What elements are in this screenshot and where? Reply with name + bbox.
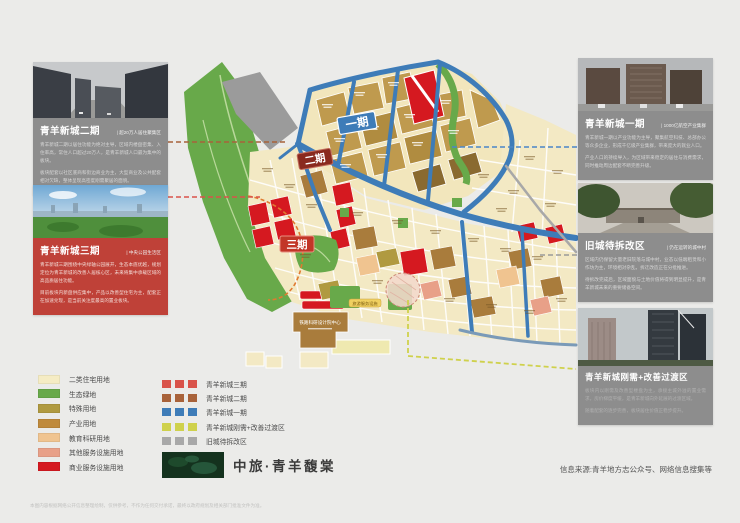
legend-item: 旧城待拆改区 (162, 434, 285, 448)
legend-dash-swatch (162, 394, 198, 402)
brand-logo: 中旅·青羊馥棠 (162, 452, 336, 478)
body-paragraph: 目前板块内新盘供应集中，产品以改善型住宅为主，配套正在加速兑现，是当前关注度最高… (40, 289, 161, 305)
tourism-tag: 旅游服务设施 (349, 299, 381, 307)
callout-subtitle: | 仍在运转的城中村 (667, 245, 706, 251)
phase3-map-label: 三期 (280, 236, 314, 252)
legend-swatch (38, 375, 60, 384)
body-paragraph: 青羊新城三期围绕中央绿轴公园展开，生态本底优越，规划定位为青羊新城的改善人居核心… (40, 261, 161, 285)
legend-label: 青羊新城一期 (206, 407, 247, 417)
brand-name: 中旅·青羊馥棠 (233, 455, 336, 475)
legend-zones: 青羊新城三期 青羊新城二期 青羊新城一期 青羊新城刚需+改善过渡区 旧城待拆改区 (162, 377, 285, 448)
callout-subtitle: | 中央公园生活区 (126, 250, 161, 256)
photo-oldtown-street (578, 183, 713, 233)
body-paragraph: 青羊新城一期以产业功能为主导，聚集航空科技、总部办公等众多企业，形成千亿级产业集… (585, 134, 706, 150)
body-paragraph: 板块内以刚需及改善型楼盘为主，承接主城外溢的置业需求，房价梯度平缓，是青羊新城向… (585, 387, 706, 403)
callout-title: 旧城待拆改区 (585, 238, 645, 252)
brand-logo-image (162, 452, 224, 478)
legend-label: 教育科研用地 (69, 433, 110, 443)
callout-body: 区域内仍保留大量老旧院落与城中村，业态以低端租赁和小作坊为主，环境相对杂乱，拆迁… (578, 254, 713, 302)
legend-item: 青羊新城三期 (162, 377, 285, 391)
callout-body: 青羊新城三期围绕中央绿轴公园展开，生态本底优越，规划定位为青羊新城的改善人居核心… (33, 259, 168, 315)
legend-label: 二类住宅用地 (69, 374, 110, 384)
legend-item: 青羊新城一期 (162, 405, 285, 419)
svg-text:旅游服务设施: 旅游服务设施 (352, 300, 378, 307)
photo-phase2-street (33, 62, 168, 118)
fine-print: 本图内容根据网络公开信息整理绘制，仅供参考，不作为任何交付承诺，最终以政府规划及… (30, 503, 530, 509)
legend-label: 旧城待拆改区 (206, 436, 247, 446)
body-paragraph: 板块配套以社区底商和街边商业为主，大型商业及公共配套相对欠缺，整体呈现高密度刚需… (40, 169, 161, 185)
legend-label: 青羊新城刚需+改善过渡区 (206, 422, 285, 432)
legend-dash-swatch (162, 437, 198, 445)
legend-item: 青羊新城刚需+改善过渡区 (162, 420, 285, 434)
callout-body: 青羊新城一期以产业功能为主导，聚集航空科技、总部办公等众多企业，形成千亿级产业集… (578, 132, 713, 180)
legend-item: 教育科研用地 (38, 430, 123, 445)
legend-swatch (38, 419, 60, 428)
legend-dash-swatch (162, 408, 198, 416)
legend-dash-swatch (162, 380, 198, 388)
body-paragraph: 区域内仍保留大量老旧院落与城中村，业态以低端租赁和小作坊为主，环境相对杂乱，拆迁… (585, 256, 706, 272)
photo-phase3-park (33, 185, 168, 238)
legend-swatch (38, 433, 60, 442)
photo-transition-towers (578, 308, 713, 366)
legend-label: 其他服务设施用地 (69, 447, 123, 457)
legend-item: 青羊新城二期 (162, 391, 285, 405)
legend-dash-swatch (162, 423, 198, 431)
legend-swatch (38, 462, 60, 471)
callout-title: 青羊新城三期 (40, 243, 100, 257)
callout-oldtown: 旧城待拆改区 | 仍在运转的城中村 区域内仍保留大量老旧院落与城中村，业态以低端租… (578, 183, 713, 302)
institute-label: 铁路科研设计院中心 (299, 319, 341, 326)
legend-item: 特殊用地 (38, 401, 123, 416)
poster-canvas: 铁路科研设计院中心 (0, 0, 740, 523)
callout-transition: 青羊新城刚需+改善过渡区 板块内以刚需及改善型楼盘为主，承接主城外溢的置业需求，… (578, 308, 713, 425)
legend-item: 产业用地 (38, 416, 123, 431)
callout-subtitle: | 超20万人居住聚集区 (117, 130, 161, 136)
body-paragraph: 随着配套的逐步完善，板块居住价值正稳步提升。 (585, 407, 706, 415)
legend-label: 青羊新城三期 (206, 379, 247, 389)
body-paragraph: 待拆改完成后，区域面貌与土地价值将得到明显提升，是青羊新城未来的重要储备空间。 (585, 276, 706, 292)
callout-phase1: 青羊新城一期 | 1000亿航空产业集群 青羊新城一期以产业功能为主导，聚集航空科… (578, 58, 713, 180)
svg-text:三期: 三期 (287, 238, 308, 251)
legend-swatch (38, 389, 60, 398)
callout-subtitle: | 1000亿航空产业集群 (661, 123, 706, 129)
callout-phase3: 青羊新城三期 | 中央公园生活区 青羊新城三期围绕中央绿轴公园展开，生态本底优越，… (33, 185, 168, 315)
callout-title: 青羊新城一期 (585, 116, 645, 130)
land-use-map: 铁路科研设计院中心 (165, 48, 585, 388)
legend-label: 特殊用地 (69, 403, 96, 413)
legend-label: 商业服务设施用地 (69, 462, 123, 472)
legend-item: 商业服务设施用地 (38, 460, 123, 475)
callout-phase2: 青羊新城二期 | 超20万人居住聚集区 青羊新城二期以居住功能为绝对主导，区域内楼… (33, 62, 168, 195)
transition-circle (386, 273, 420, 307)
photo-phase1-offices (578, 58, 713, 111)
callout-title: 青羊新城刚需+改善过渡区 (585, 371, 688, 383)
legend-label: 产业用地 (69, 418, 96, 428)
legend-land-use: 二类住宅用地 生态绿地 特殊用地 产业用地 教育科研用地 其他服务设施用地 商业… (38, 372, 123, 474)
callout-body: 板块内以刚需及改善型楼盘为主，承接主城外溢的置业需求，房价梯度平缓，是青羊新城向… (578, 385, 713, 425)
legend-item: 二类住宅用地 (38, 372, 123, 387)
body-paragraph: 产业人口的持续导入，为区域带来稳定的居住与消费需求，同时推动周边配套不断完善升级… (585, 154, 706, 170)
legend-swatch (38, 404, 60, 413)
callout-title: 青羊新城二期 (40, 123, 100, 137)
legend-swatch (38, 448, 60, 457)
body-paragraph: 青羊新城二期以居住功能为绝对主导，区域内楼盘密集、入住率高，常住人口超过20万人… (40, 141, 161, 165)
source-note: 信息来源:青羊地方志公众号、网络信息搜集等 (560, 464, 712, 475)
legend-item: 其他服务设施用地 (38, 445, 123, 460)
legend-item: 生态绿地 (38, 387, 123, 402)
legend-label: 青羊新城二期 (206, 393, 247, 403)
legend-label: 生态绿地 (69, 389, 96, 399)
